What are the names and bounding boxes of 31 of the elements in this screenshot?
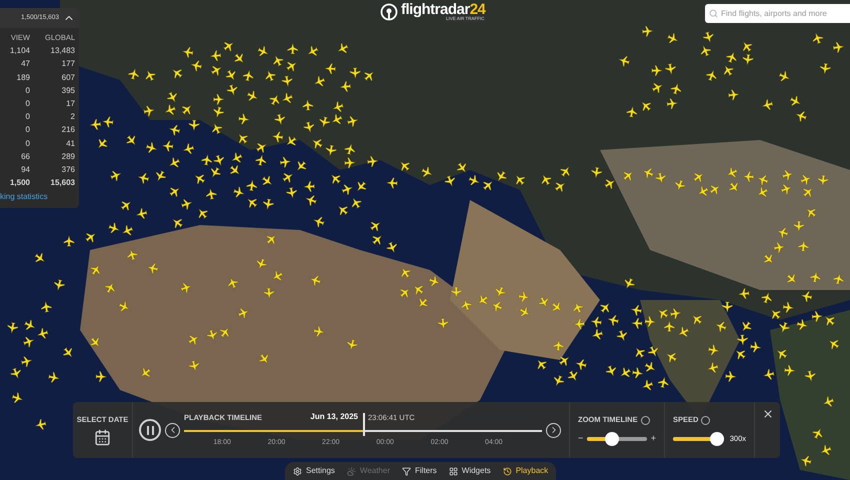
table-cell-text: 2: [70, 111, 75, 124]
total-cell-text: 15,603: [50, 177, 75, 190]
table-cell-text: 177: [60, 58, 75, 70]
total-cell-text: 1,500: [8, 177, 30, 190]
table-cell-text: 216: [60, 124, 75, 136]
table-cell-text: 289: [60, 150, 75, 163]
table-cell-text: 395: [60, 84, 75, 97]
table-cell-text: 0: [24, 124, 30, 136]
table-cell-text: 17: [65, 98, 75, 110]
statistics-link[interactable]: king statistics: [0, 191, 79, 204]
table-cell-text: 0: [24, 98, 30, 110]
table-cell-text: 13,483: [50, 45, 75, 58]
table-cell-text: 189: [16, 72, 30, 84]
table-cell-text: 0: [24, 138, 30, 150]
menu-tab[interactable]: Playback: [502, 465, 548, 477]
table-cell-text: 94: [20, 164, 30, 176]
table-cell-text: 1,104: [8, 45, 30, 58]
table-cell-text: 376: [60, 164, 75, 176]
search-field[interactable]: Find flights, airports and more: [705, 4, 850, 23]
menu-tab[interactable]: Filters: [402, 465, 437, 477]
table-cell-text: 41: [65, 138, 75, 150]
table-cell-text: 66: [20, 150, 30, 163]
menu-tab[interactable]: Widgets: [448, 465, 491, 477]
table-cell-text: 0: [24, 84, 30, 97]
zoom-out-control[interactable]: −: [578, 432, 584, 446]
zoom-in-control[interactable]: +: [650, 432, 656, 446]
menu-tab[interactable]: Settings: [293, 465, 335, 477]
table-cell-text: 0: [24, 111, 30, 124]
table-cell-text: 47: [20, 58, 30, 70]
table-cell-text: 607: [60, 72, 75, 84]
playback-date: Jun 13, 2025: [310, 411, 358, 424]
